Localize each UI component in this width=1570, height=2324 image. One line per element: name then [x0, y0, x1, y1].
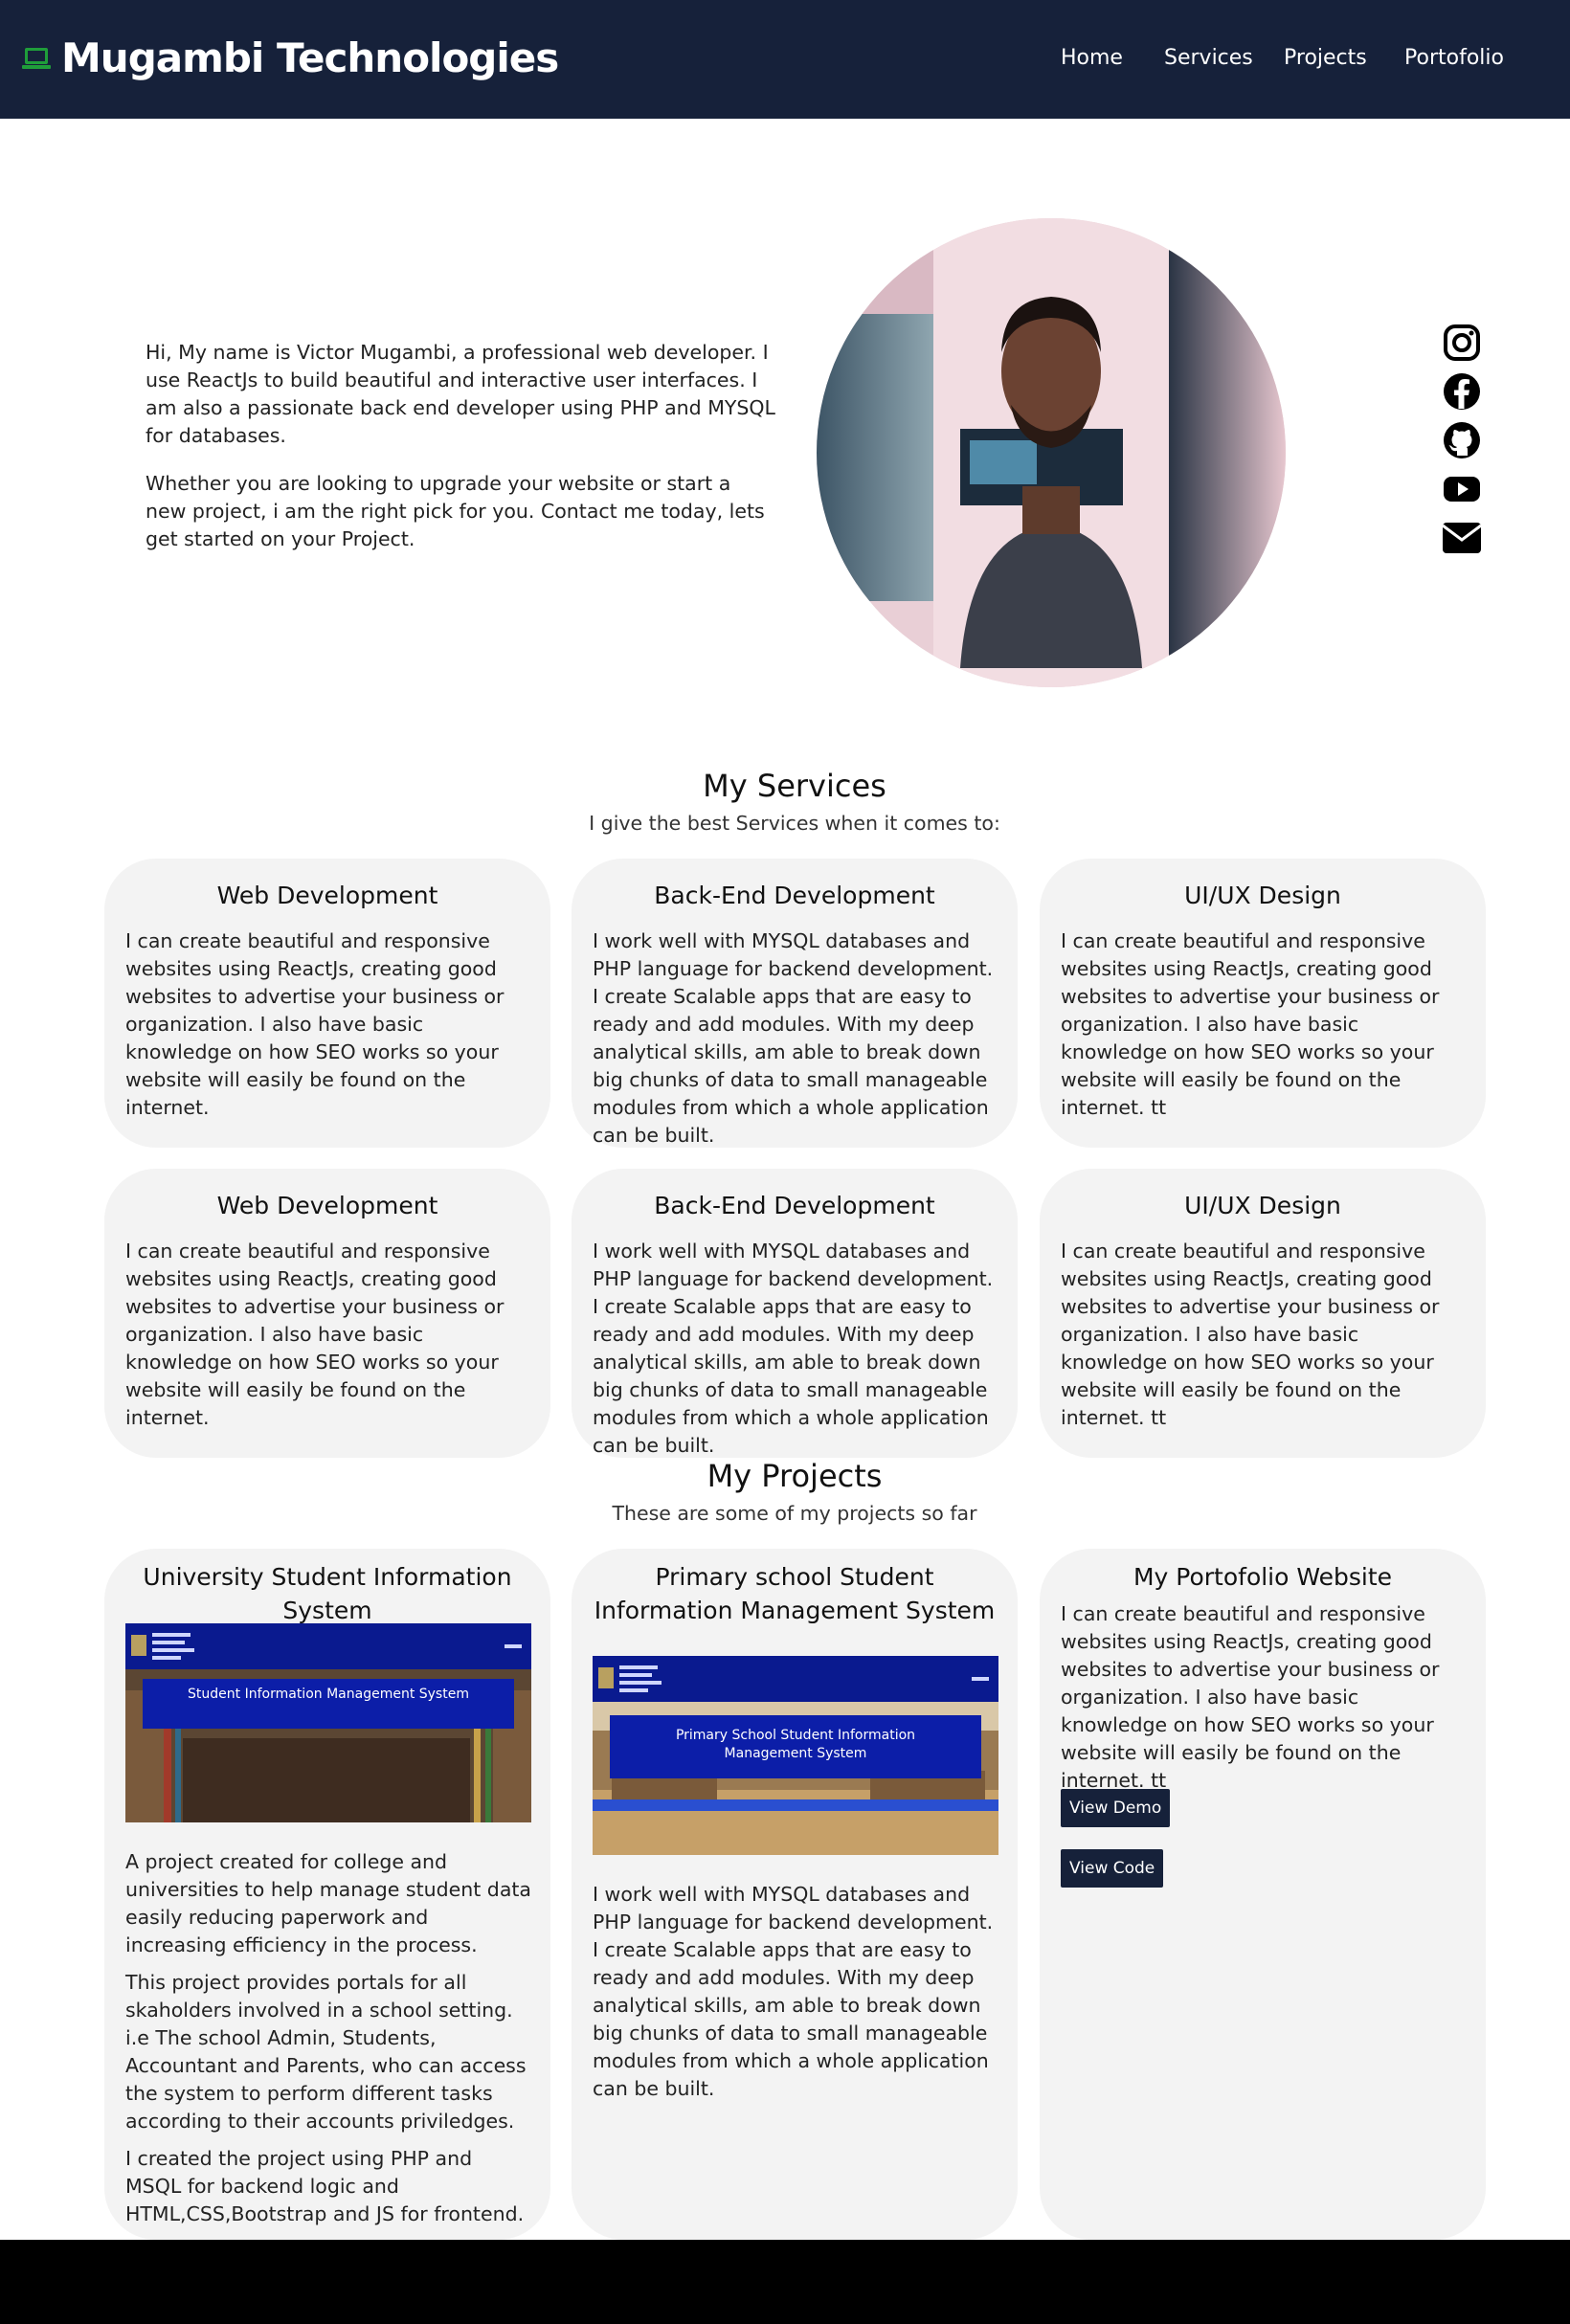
nav-home-link[interactable]: Home — [1061, 46, 1123, 70]
brand[interactable]: Mugambi Technologies — [21, 34, 559, 81]
project-title: University Student Information System — [143, 1563, 512, 1624]
service-card: Back-End Development I work well with MY… — [572, 859, 1018, 1148]
service-card-title: Back-End Development — [654, 1192, 935, 1219]
nav-portofolio-link[interactable]: Portofolio — [1404, 46, 1504, 70]
project-paragraph: I work well with MYSQL databases and PHP… — [593, 1883, 994, 2100]
projects-subtitle: These are some of my projects so far — [612, 1502, 977, 1525]
service-card: Web Development I can create beautiful a… — [104, 859, 550, 1148]
project-paragraph: I created the project using PHP and MSQL… — [125, 2147, 525, 2225]
email-icon[interactable] — [1441, 517, 1483, 559]
project-screenshot[interactable]: Student Information Management System — [125, 1623, 531, 1822]
facebook-icon[interactable] — [1441, 370, 1483, 413]
service-card-body: I work well with MYSQL databases and PHP… — [593, 1240, 994, 1457]
projects-heading: My Projects — [706, 1458, 883, 1494]
project-paragraph: A project created for college and univer… — [125, 1850, 531, 1956]
project-screenshot[interactable]: Primary School Student Information Manag… — [593, 1656, 998, 1855]
project-paragraph: This project provides portals for all sk… — [125, 1971, 527, 2133]
project-description: I can create beautiful and responsive we… — [1061, 1600, 1467, 1804]
social-links — [1441, 322, 1489, 566]
service-card-title: Back-End Development — [654, 882, 935, 909]
service-card: Web Development I can create beautiful a… — [104, 1169, 550, 1458]
services-heading: My Services — [703, 768, 886, 804]
project-card: Primary school Student Information Manag… — [572, 1549, 1018, 2240]
service-card-body: I can create beautiful and responsive we… — [1061, 929, 1440, 1119]
nav-services-link[interactable]: Services — [1164, 46, 1253, 70]
project-description: I work well with MYSQL databases and PHP… — [593, 1881, 998, 2112]
project-screenshot-banner: Student Information Management System — [188, 1687, 469, 1702]
github-icon[interactable] — [1441, 419, 1483, 461]
instagram-icon[interactable] — [1441, 322, 1483, 364]
service-card: Back-End Development I work well with MY… — [572, 1169, 1018, 1458]
view-demo-button[interactable]: View Demo — [1061, 1789, 1171, 1827]
top-navbar: Mugambi Technologies Home Services Proje… — [0, 0, 1570, 119]
project-title: Primary school Student Information Manag… — [594, 1563, 996, 1624]
profile-photo — [817, 218, 1286, 687]
project-card: My Portofolio Website I can create beaut… — [1040, 1549, 1486, 2240]
project-card: University Student Information System St… — [104, 1549, 550, 2240]
youtube-icon[interactable] — [1441, 468, 1483, 510]
service-card-title: Web Development — [216, 882, 438, 909]
service-card-body: I can create beautiful and responsive we… — [125, 1240, 505, 1429]
project-description: A project created for college and univer… — [125, 1848, 531, 2238]
service-card-body: I work well with MYSQL databases and PHP… — [593, 929, 994, 1147]
services-subtitle: I give the best Services when it comes t… — [589, 812, 1000, 835]
laptop-icon — [22, 47, 51, 69]
service-card-title: UI/UX Design — [1184, 882, 1341, 909]
footer — [0, 2240, 1570, 2324]
service-card: UI/UX Design I can create beautiful and … — [1040, 859, 1486, 1148]
service-card-title: UI/UX Design — [1184, 1192, 1341, 1219]
service-card-body: I can create beautiful and responsive we… — [1061, 1240, 1440, 1429]
project-title: My Portofolio Website — [1133, 1563, 1393, 1591]
nav-projects-link[interactable]: Projects — [1284, 46, 1367, 70]
service-card: UI/UX Design I can create beautiful and … — [1040, 1169, 1486, 1458]
service-card-body: I can create beautiful and responsive we… — [125, 929, 505, 1119]
brand-title: Mugambi Technologies — [61, 34, 559, 81]
service-card-title: Web Development — [216, 1192, 438, 1219]
hero-intro: Hi, My name is Victor Mugambi, a profess… — [146, 339, 777, 573]
hero-paragraph: Hi, My name is Victor Mugambi, a profess… — [146, 341, 775, 447]
view-code-button[interactable]: View Code — [1061, 1849, 1164, 1888]
project-paragraph: I can create beautiful and responsive we… — [1061, 1602, 1440, 1792]
hero-paragraph: Whether you are looking to upgrade your … — [146, 472, 765, 550]
project-screenshot-banner: Primary School Student Information Manag… — [675, 1728, 916, 1761]
